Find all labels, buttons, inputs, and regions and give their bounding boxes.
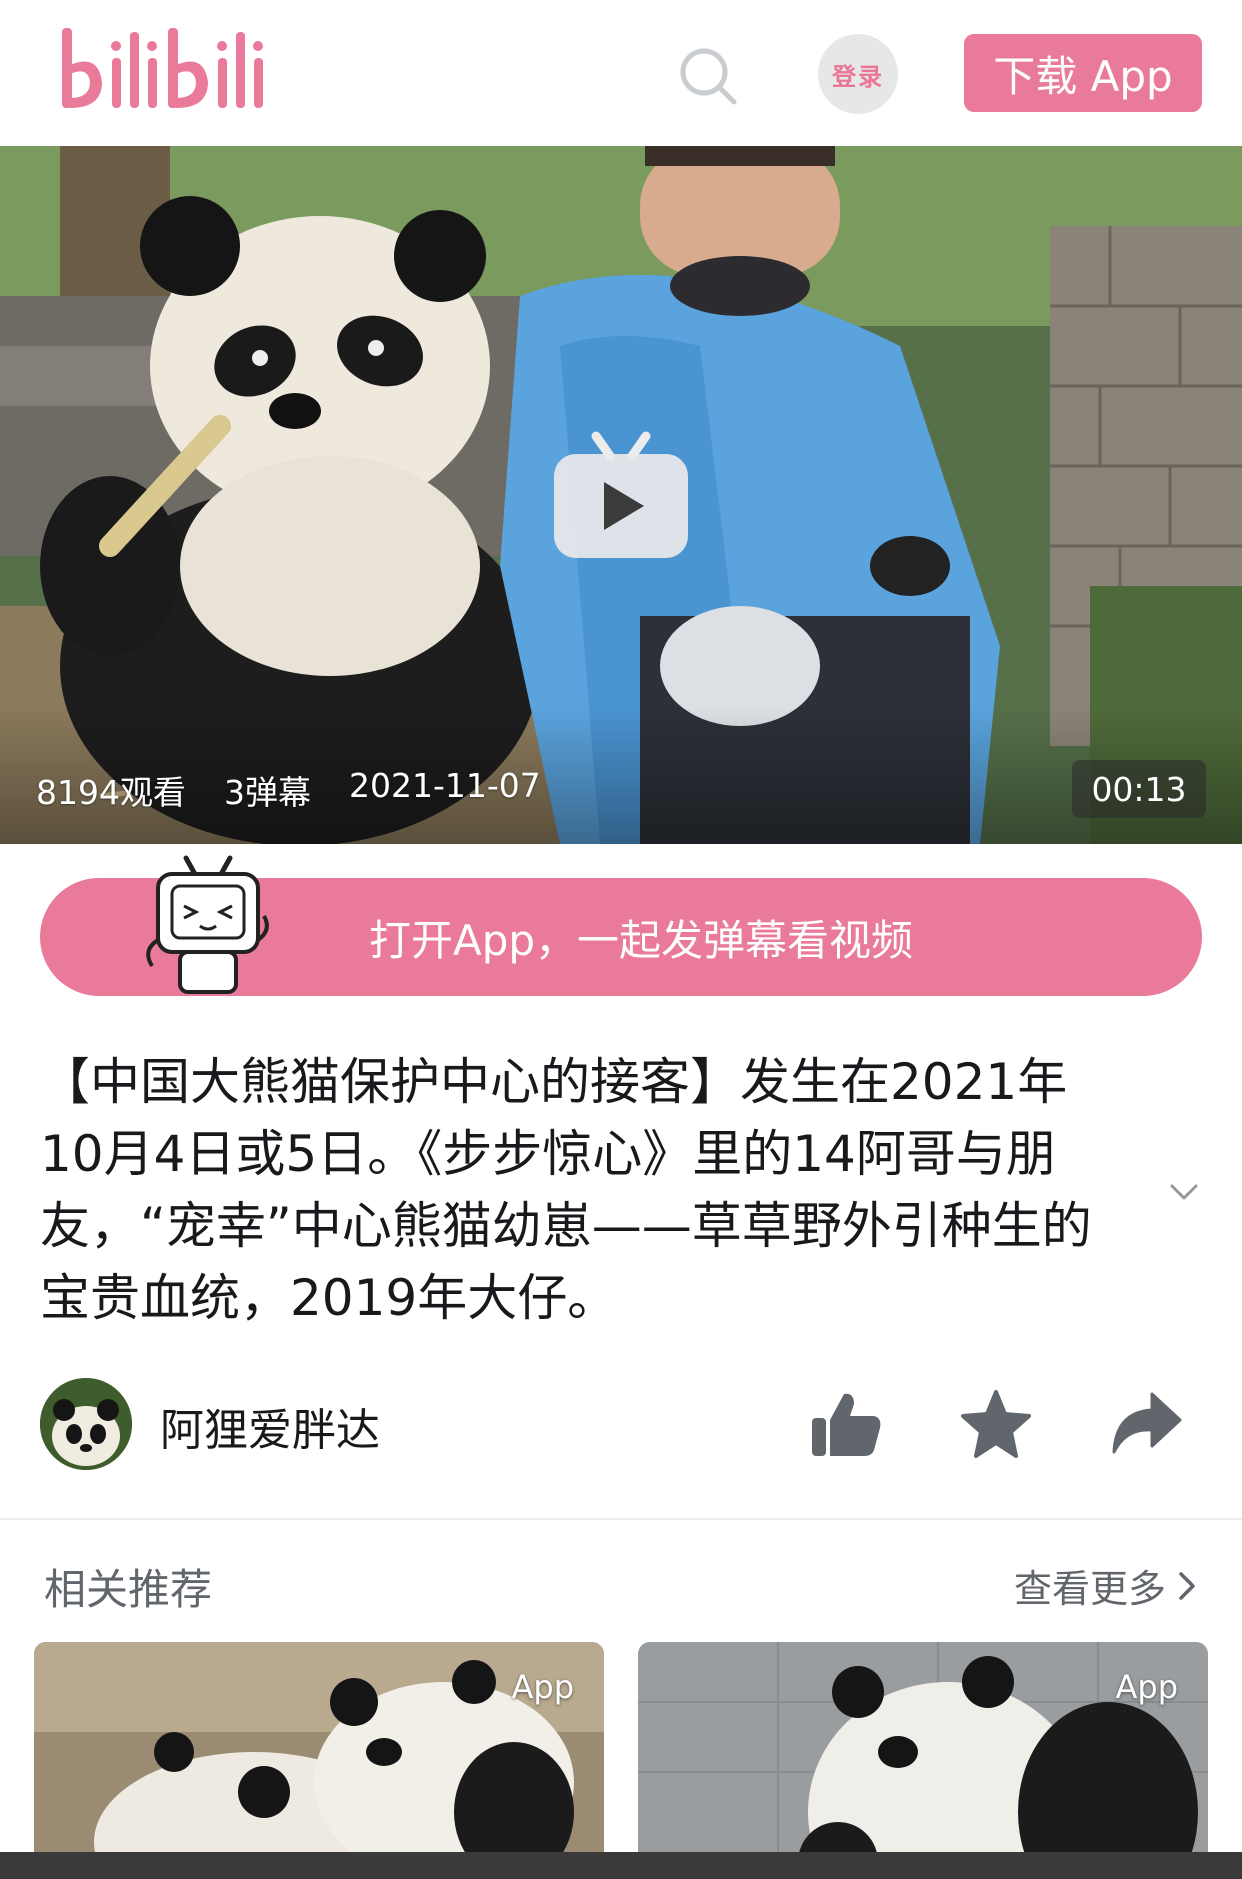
share-icon[interactable]: [1108, 1386, 1184, 1462]
related-title: 相关推荐: [44, 1565, 213, 1614]
danmaku-count: 3弹幕: [223, 773, 311, 812]
chevron-right-icon: [1179, 1571, 1195, 1600]
top-header: 登录 下载 App: [0, 0, 1242, 146]
panda-avatar-icon: [40, 1378, 132, 1470]
tv-play-icon[interactable]: [552, 430, 690, 562]
login-button[interactable]: 登录: [818, 34, 898, 114]
related-video-card[interactable]: App: [638, 1642, 1208, 1879]
bilibili-logo[interactable]: [58, 22, 268, 122]
bottom-bar: [0, 1852, 1242, 1879]
star-icon[interactable]: [958, 1386, 1034, 1462]
see-more-label: 查看更多: [1014, 1567, 1167, 1611]
video-title: 【中国大熊猫保护中心的接客】发生在2021年10月4日或5日。《步步惊心》里的1…: [40, 1053, 1092, 1327]
video-meta: 8194观看 3弹幕 2021-11-07: [36, 766, 541, 814]
view-count: 8194观看: [36, 773, 186, 812]
section-divider: [0, 1518, 1242, 1520]
app-tag: App: [511, 1668, 574, 1706]
thumbs-up-icon[interactable]: [808, 1386, 884, 1462]
search-icon[interactable]: [676, 44, 740, 108]
author-avatar[interactable]: [40, 1378, 132, 1470]
related-video-card[interactable]: App: [34, 1642, 604, 1879]
video-player[interactable]: 8194观看 3弹幕 2021-11-07 00:13: [0, 146, 1242, 844]
publish-date: 2021-11-07: [348, 766, 541, 805]
see-more-link[interactable]: 查看更多: [1014, 1558, 1198, 1613]
video-duration: 00:13: [1072, 760, 1206, 818]
download-app-button[interactable]: 下载 App: [964, 34, 1202, 112]
app-tag: App: [1115, 1668, 1178, 1706]
tv-mascot-icon: [146, 855, 269, 994]
author-name[interactable]: 阿狸爱胖达: [160, 1394, 380, 1458]
chevron-down-icon[interactable]: [1164, 1172, 1204, 1212]
